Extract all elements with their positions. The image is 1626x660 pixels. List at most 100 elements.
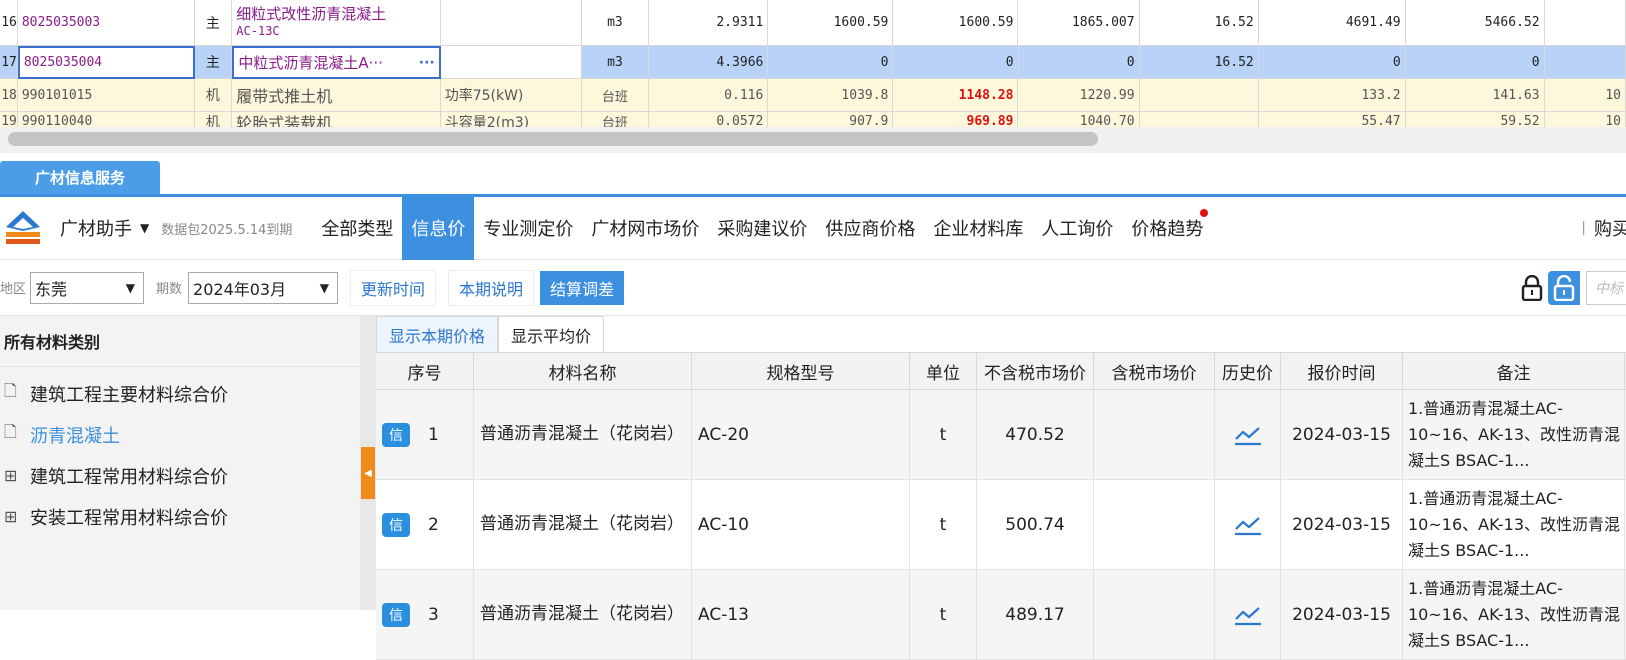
price-incl-tax[interactable] <box>1094 570 1215 659</box>
history-chart-icon[interactable] <box>1215 390 1281 479</box>
tab-material-info-service[interactable]: 广材信息服务 <box>0 161 160 194</box>
tree-item-selected[interactable]: 🗋 沥青混凝土 <box>0 414 360 455</box>
col-price-excl-tax[interactable]: 不含税市场价 <box>977 353 1094 389</box>
grid-row[interactable]: 18 990101015 机 履带式推土机 功率75(kW) 台班 0.116 … <box>0 79 1626 112</box>
tab-price-trend[interactable]: 价格趋势 <box>1122 197 1212 260</box>
material-name-cell[interactable]: 细粒式改性沥青混凝土 AC-13C <box>232 0 441 46</box>
table-row[interactable]: 信1 普通沥青混凝土（花岗岩） AC-20 t 470.52 2024-03-1… <box>376 390 1626 480</box>
col-seq[interactable]: 序号 <box>376 353 474 389</box>
material-spec[interactable]: 功率75(kW) <box>440 79 582 112</box>
budget-price[interactable]: 1600.59 <box>768 0 894 46</box>
tax-rate[interactable]: 16.52 <box>1139 46 1259 79</box>
market-total[interactable]: 4691.49 <box>1258 0 1406 46</box>
ellipsis-button[interactable]: ··· <box>419 55 435 71</box>
tax-market-price[interactable]: 0 <box>1018 46 1140 79</box>
region-select[interactable]: 东莞 ▼ <box>30 271 145 304</box>
material-code[interactable]: 8025035003 <box>17 0 195 46</box>
tab-enterprise-library[interactable]: 企业材料库 <box>924 197 1032 260</box>
tab-info-price[interactable]: 信息价 <box>402 196 475 260</box>
tax-market-price[interactable]: 1040.70 <box>1018 112 1140 127</box>
period-notes-button[interactable]: 本期说明 <box>448 269 535 306</box>
extra-value[interactable]: 10 <box>1545 112 1626 127</box>
tree-header[interactable]: 所有材料类别 <box>0 316 360 367</box>
col-remark[interactable]: 备注 <box>1403 353 1625 389</box>
tax-total[interactable]: 59.52 <box>1406 112 1545 127</box>
material-code[interactable]: 8025035004 <box>17 46 195 79</box>
material-unit[interactable]: 台班 <box>581 79 650 112</box>
extra-value[interactable]: 10 <box>1544 79 1626 112</box>
quantity[interactable]: 2.9311 <box>649 0 769 46</box>
period-select[interactable]: 2024年03月 ▼ <box>188 271 339 304</box>
expand-plus-icon[interactable]: ⊞ <box>4 507 22 526</box>
col-history[interactable]: 历史价 <box>1215 353 1281 389</box>
price-excl-tax[interactable]: 500.74 <box>977 480 1094 569</box>
market-price-changed[interactable]: 1148.28 <box>893 79 1019 112</box>
market-price[interactable]: 1600.59 <box>893 0 1019 46</box>
material-unit[interactable]: m3 <box>581 46 650 79</box>
chevron-down-icon[interactable]: ▼ <box>140 221 149 235</box>
tab-current-price[interactable]: 显示本期价格 <box>376 316 499 352</box>
tab-market-price[interactable]: 广材网市场价 <box>582 197 708 260</box>
tab-professional-price[interactable]: 专业测定价 <box>474 197 582 260</box>
material-type[interactable]: 主 <box>194 0 233 46</box>
settle-adjust-button[interactable]: 结算调差 <box>540 270 625 305</box>
tax-rate[interactable]: 16.52 <box>1139 0 1259 46</box>
material-spec[interactable]: 斗容量2(m3) <box>441 112 582 127</box>
price-incl-tax[interactable] <box>1094 390 1215 479</box>
material-name[interactable]: 履带式推土机 <box>232 79 441 112</box>
market-price-changed[interactable]: 969.89 <box>893 112 1019 127</box>
budget-price[interactable]: 1039.8 <box>768 79 894 112</box>
tax-market-price[interactable]: 1865.007 <box>1018 0 1140 46</box>
grid-row[interactable]: 16 8025035003 主 细粒式改性沥青混凝土 AC-13C m3 2.93… <box>0 0 1626 46</box>
col-quote-time[interactable]: 报价时间 <box>1281 353 1403 389</box>
tax-market-price[interactable]: 1220.99 <box>1018 79 1140 112</box>
material-type[interactable]: 机 <box>194 79 233 112</box>
horizontal-scrollbar[interactable] <box>0 127 1626 153</box>
tree-item[interactable]: 🗋 建筑工程主要材料综合价 <box>0 373 360 414</box>
tab-manual-inquiry[interactable]: 人工询价 <box>1032 197 1122 260</box>
tax-rate[interactable] <box>1140 112 1259 127</box>
material-name[interactable]: 轮胎式装载机 <box>232 112 441 127</box>
budget-price[interactable]: 0 <box>768 46 894 79</box>
collapse-left-icon[interactable]: ◀ <box>361 447 375 499</box>
material-name-editor[interactable]: 中粒式沥青混凝土A··· ··· <box>232 46 441 79</box>
material-spec[interactable] <box>440 46 582 79</box>
lock-icon[interactable] <box>1516 271 1548 305</box>
tax-total[interactable]: 0 <box>1405 46 1545 79</box>
market-price[interactable]: 0 <box>893 46 1019 79</box>
tab-purchase-suggest[interactable]: 采购建议价 <box>708 197 816 260</box>
tab-supplier-price[interactable]: 供应商价格 <box>816 197 924 260</box>
search-input[interactable]: 中标 <box>1586 270 1626 305</box>
market-total[interactable]: 0 <box>1258 46 1406 79</box>
col-price-incl-tax[interactable]: 含税市场价 <box>1094 353 1215 389</box>
brand-name[interactable]: 广材助手 <box>60 215 132 241</box>
price-excl-tax[interactable]: 489.17 <box>977 570 1094 659</box>
material-type[interactable]: 主 <box>194 46 233 79</box>
grid-row[interactable]: 19 990110040 机 轮胎式装载机 斗容量2(m3) 台班 0.0572… <box>0 112 1626 127</box>
expand-plus-icon[interactable]: ⊞ <box>4 466 22 485</box>
budget-price[interactable]: 907.9 <box>768 112 894 127</box>
price-incl-tax[interactable] <box>1094 480 1215 569</box>
tax-rate[interactable] <box>1139 79 1259 112</box>
extra-value[interactable] <box>1544 46 1626 79</box>
tab-all-types[interactable]: 全部类型 <box>312 197 402 260</box>
tree-item[interactable]: ⊞ 安装工程常用材料综合价 <box>0 496 360 537</box>
quantity[interactable]: 0.116 <box>649 79 769 112</box>
table-row[interactable]: 信3 普通沥青混凝土（花岗岩） AC-13 t 489.17 2024-03-1… <box>376 570 1626 660</box>
material-unit[interactable]: m3 <box>581 0 650 46</box>
tax-total[interactable]: 5466.52 <box>1405 0 1545 46</box>
history-chart-icon[interactable] <box>1215 480 1281 569</box>
quantity[interactable]: 4.3966 <box>649 46 769 79</box>
quantity[interactable]: 0.0572 <box>649 112 769 127</box>
history-chart-icon[interactable] <box>1215 570 1281 659</box>
tree-item[interactable]: ⊞ 建筑工程常用材料综合价 <box>0 455 360 496</box>
update-time-button[interactable]: 更新时间 <box>350 269 437 306</box>
unlock-icon[interactable] <box>1548 270 1580 305</box>
material-unit[interactable]: 台班 <box>582 112 650 127</box>
scrollbar-thumb[interactable] <box>8 132 1098 146</box>
market-total[interactable]: 55.47 <box>1259 112 1406 127</box>
table-row[interactable]: 信2 普通沥青混凝土（花岗岩） AC-10 t 500.74 2024-03-1… <box>376 480 1626 570</box>
market-total[interactable]: 133.2 <box>1258 79 1406 112</box>
price-excl-tax[interactable]: 470.52 <box>977 390 1094 479</box>
col-material-name[interactable]: 材料名称 <box>474 353 692 389</box>
